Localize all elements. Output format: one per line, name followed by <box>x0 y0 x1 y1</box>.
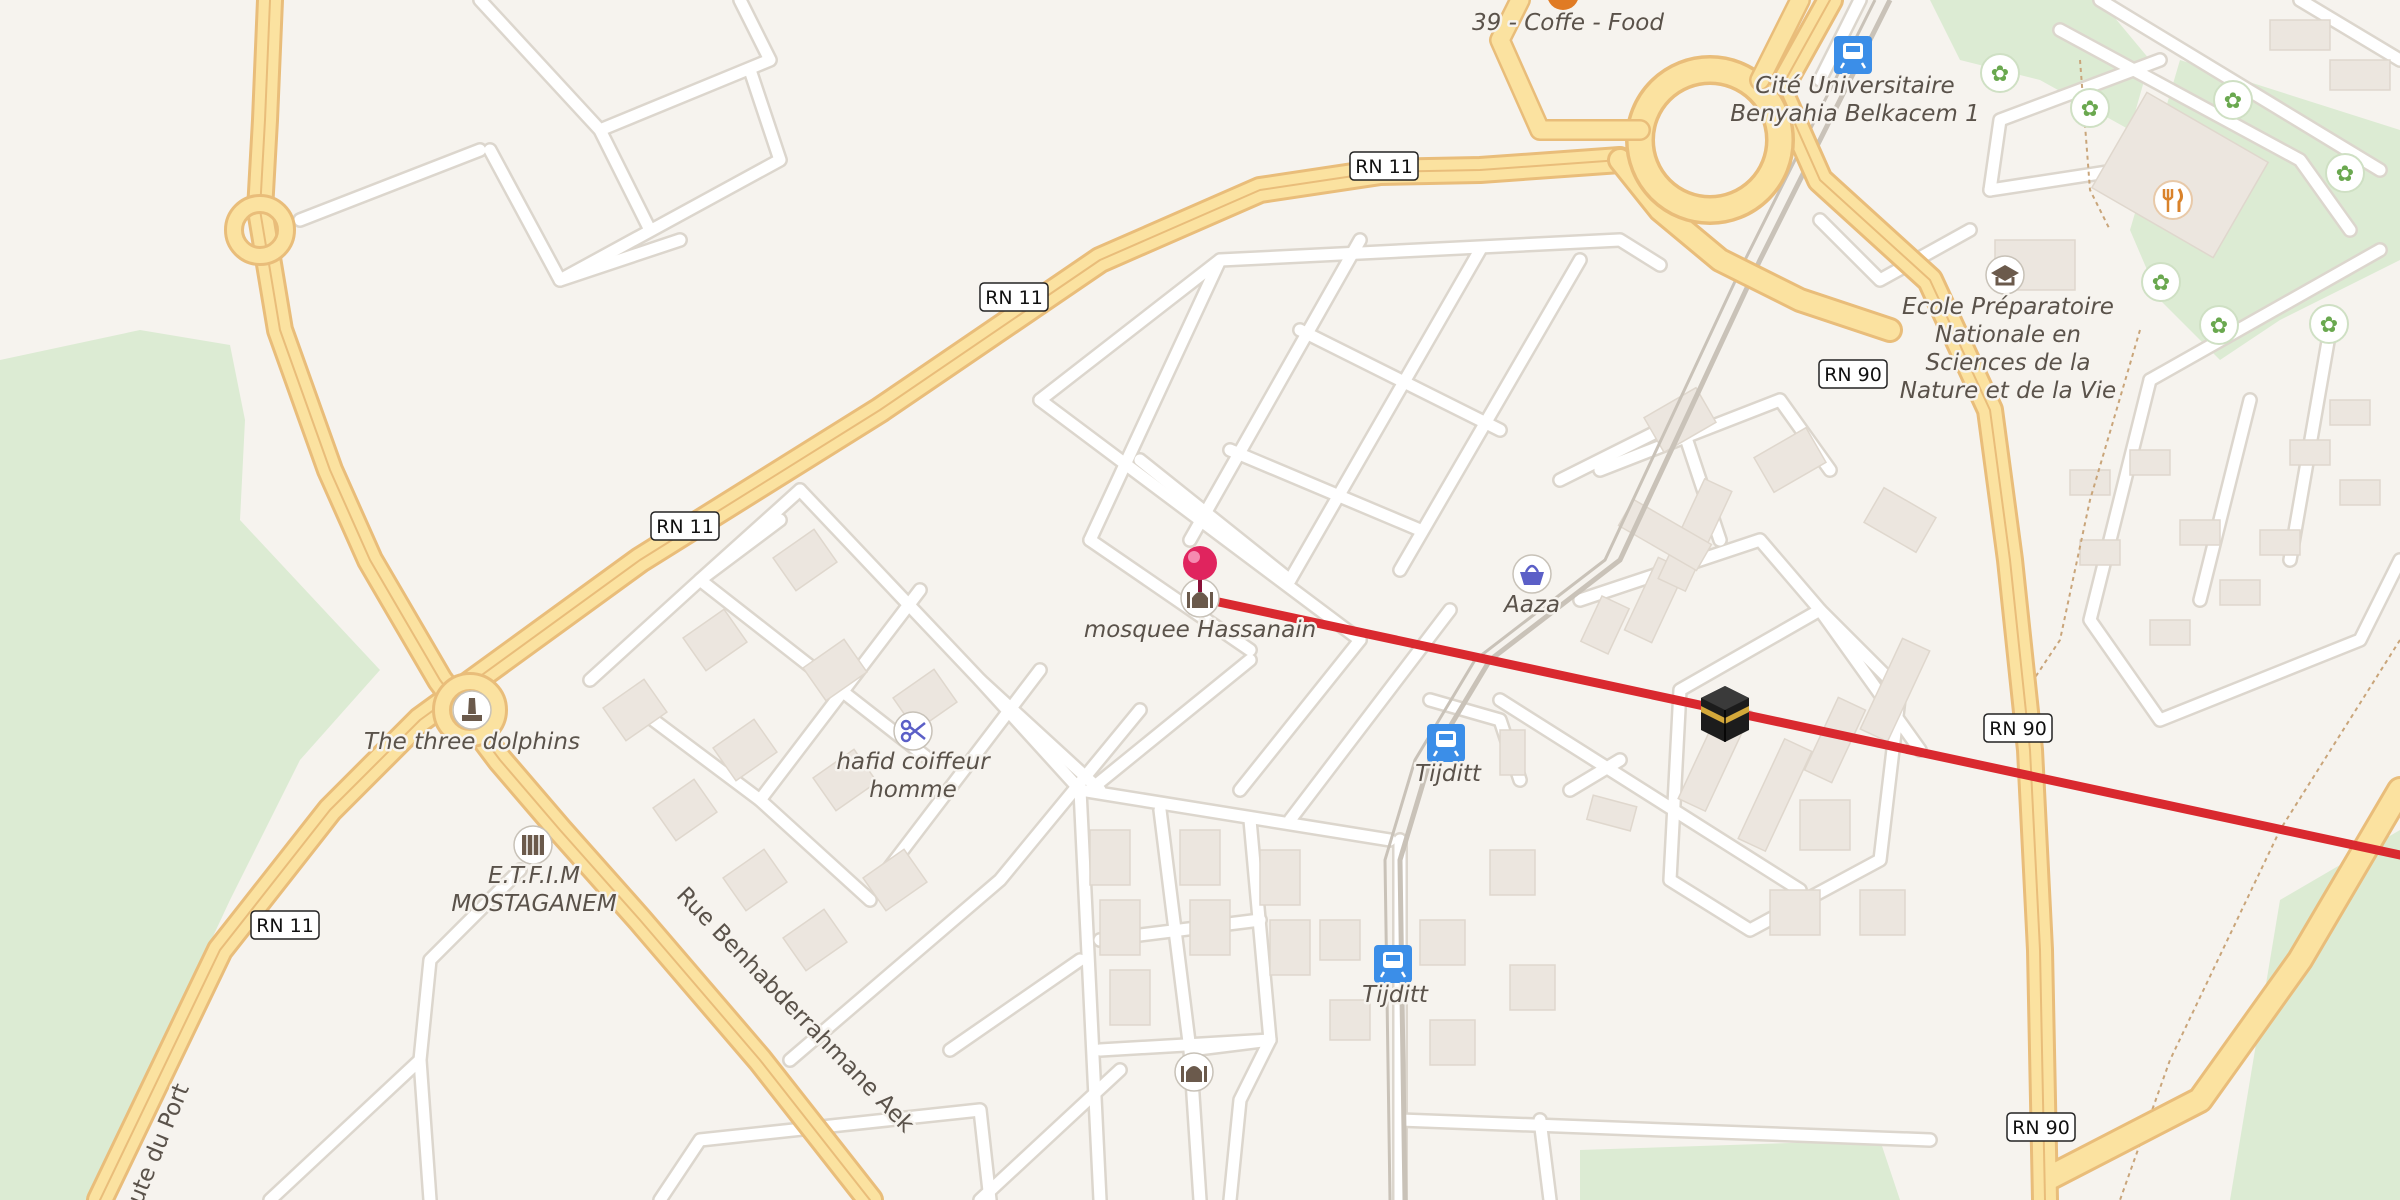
road-shield-rn90-bottom: RN 90 <box>2006 1112 2076 1142</box>
poi-label: Aaza <box>1502 592 1560 618</box>
scissors-icon <box>893 711 933 751</box>
monument-icon <box>452 690 492 730</box>
poi-label: Tijditt <box>1362 982 1429 1008</box>
mosque-icon <box>1174 1052 1214 1092</box>
road-shield-rn11-mid: RN 11 <box>979 282 1049 312</box>
train-station-icon <box>1834 36 1872 74</box>
svg-text:✿: ✿ <box>2081 97 2099 122</box>
poi-label: The three dolphins <box>364 729 580 755</box>
graduation-cap-icon <box>1985 255 2025 295</box>
fork-knife-icon <box>2153 180 2193 220</box>
poi-tijditt-stop[interactable]: Tijditt <box>1360 945 1431 1011</box>
poi-label: mosquee Hassanain <box>1084 617 1316 643</box>
poi-mosque-south[interactable] <box>1174 1052 1214 1092</box>
svg-text:✿: ✿ <box>2210 314 2228 339</box>
poi-three-dolphins[interactable]: The three dolphins <box>362 690 582 758</box>
poi-label-line-1: hafid coiffeur <box>836 749 991 775</box>
poi-label-line-2: homme <box>869 777 957 803</box>
road-shield-rn90-top: RN 90 <box>1818 359 1888 389</box>
cafe-icon <box>1548 0 1578 10</box>
road-shield-rn11-top: RN 11 <box>1349 151 1419 181</box>
svg-text:RN 11: RN 11 <box>985 287 1043 309</box>
poi-label: Tijditt <box>1415 761 1482 787</box>
poi-coffee[interactable]: 39 - Coffe - Food <box>1470 0 1667 39</box>
shopping-basket-icon <box>1512 554 1552 594</box>
svg-text:✿: ✿ <box>2224 89 2242 114</box>
road-shield-rn11-left: RN 11 <box>650 511 720 541</box>
svg-text:RN 11: RN 11 <box>1355 156 1413 178</box>
park-south <box>1580 1140 1900 1200</box>
poi-label-line-4: Nature et de la Vie <box>1900 378 2116 404</box>
road-shield-rn90-mid: RN 90 <box>1983 713 2053 743</box>
poi-label-line-1: Ecole Préparatoire <box>1902 294 2114 320</box>
svg-text:RN 90: RN 90 <box>2012 1117 2070 1139</box>
svg-text:✿: ✿ <box>2320 313 2338 338</box>
train-station-icon <box>1374 945 1412 983</box>
poi-label-line-2: MOSTAGANEM <box>451 891 617 917</box>
svg-text:RN 11: RN 11 <box>656 516 714 538</box>
map-canvas[interactable]: RN 11 RN 11 RN 11 RN 11 RN 90 RN 90 RN 9… <box>0 0 2400 1200</box>
poi-tijditt-station[interactable]: Tijditt <box>1413 724 1484 790</box>
school-icon <box>513 825 553 865</box>
road-shield-rn11-bottom: RN 11 <box>250 910 320 940</box>
svg-text:✿: ✿ <box>2336 162 2354 187</box>
svg-text:✿: ✿ <box>1991 62 2009 87</box>
poi-label-line-1: Cité Universitaire <box>1755 73 1954 99</box>
poi-label-line-3: Sciences de la <box>1926 350 2091 376</box>
kaaba-icon[interactable] <box>1701 686 1749 742</box>
svg-text:RN 90: RN 90 <box>1824 364 1882 386</box>
poi-label: 39 - Coffe - Food <box>1472 10 1664 36</box>
train-station-icon <box>1427 724 1465 762</box>
poi-restaurant[interactable] <box>2153 180 2193 220</box>
svg-text:RN 11: RN 11 <box>256 915 314 937</box>
poi-aaza[interactable]: Aaza <box>1500 554 1563 621</box>
svg-text:✿: ✿ <box>2152 271 2170 296</box>
svg-text:RN 90: RN 90 <box>1989 718 2047 740</box>
poi-label-line-1: E.T.F.I.M <box>488 863 580 889</box>
poi-label-line-2: Benyahia Belkacem 1 <box>1730 101 1979 127</box>
poi-label-line-2: Nationale en <box>1935 322 2081 348</box>
